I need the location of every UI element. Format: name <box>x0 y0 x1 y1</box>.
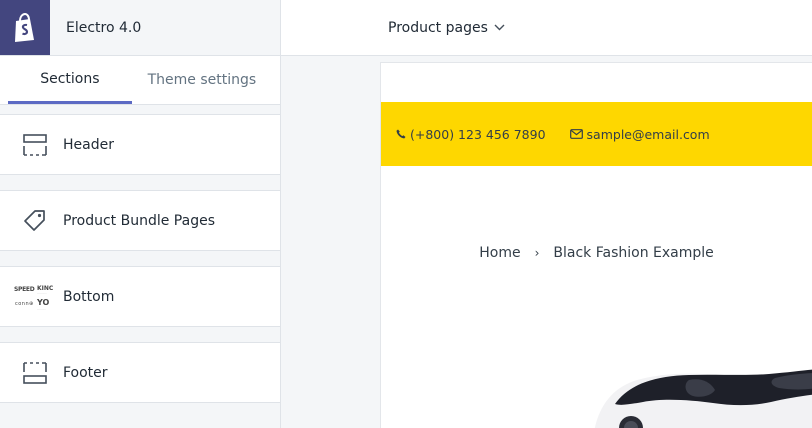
section-item-bottom[interactable]: SPEED KINC ·········· conn ⊕ YO ········… <box>0 266 280 327</box>
tab-sections[interactable]: Sections <box>8 56 132 104</box>
game-controller-image <box>594 369 812 428</box>
shop-name: Electro 4.0 <box>50 0 281 55</box>
section-label: Footer <box>63 364 108 381</box>
theme-preview[interactable]: (+800) 123 456 7890 sample@email.com Hom… <box>381 63 812 428</box>
tag-icon <box>14 206 56 236</box>
chevron-down-icon <box>494 24 505 31</box>
phone-number: (+800) 123 456 7890 <box>410 126 546 142</box>
email-address: sample@email.com <box>586 126 710 142</box>
envelope-icon <box>569 129 583 139</box>
section-label: Header <box>63 136 114 153</box>
chevron-right-icon: › <box>534 246 540 260</box>
footer-layout-icon <box>14 358 56 388</box>
preview-top-strip: (+800) 123 456 7890 sample@email.com <box>381 102 812 166</box>
sidebar-tabs: Sections Theme settings <box>0 56 280 105</box>
contact-phone[interactable]: (+800) 123 456 7890 <box>396 127 546 142</box>
breadcrumb: Home › Black Fashion Example <box>381 245 812 261</box>
top-bar: Electro 4.0 Product pages <box>0 0 812 56</box>
tab-theme-settings[interactable]: Theme settings <box>132 56 272 104</box>
section-item-header[interactable]: Header <box>0 114 280 175</box>
shopify-bag-icon <box>15 12 34 42</box>
contact-email[interactable]: sample@email.com <box>569 126 710 142</box>
page-type-select[interactable]: Product pages <box>380 0 513 55</box>
section-label: Product Bundle Pages <box>63 212 215 229</box>
section-item-product-bundle-pages[interactable]: Product Bundle Pages <box>0 190 280 251</box>
section-label: Bottom <box>63 288 115 305</box>
shopify-logo[interactable] <box>0 0 50 55</box>
sidebar: Sections Theme settings Header Product B… <box>0 56 281 428</box>
breadcrumb-home-link[interactable]: Home <box>479 245 520 261</box>
header-layout-icon <box>14 130 56 160</box>
page-type-label: Product pages <box>388 19 488 36</box>
section-item-footer[interactable]: Footer <box>0 342 280 403</box>
logo-list-thumbnail: SPEED KINC ·········· conn ⊕ YO ········… <box>14 284 54 311</box>
breadcrumb-current: Black Fashion Example <box>553 245 714 261</box>
phone-icon <box>396 129 406 139</box>
